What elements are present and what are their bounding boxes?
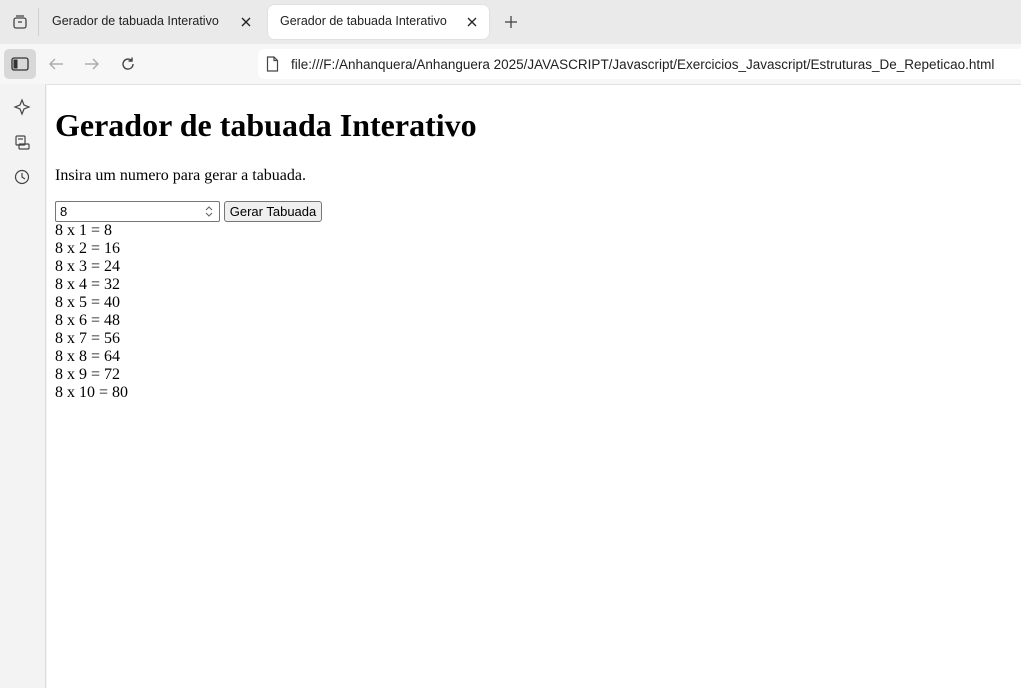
back-arrow-icon	[49, 58, 63, 70]
number-spinner[interactable]	[203, 204, 215, 219]
shopping-icon	[15, 135, 30, 150]
number-input[interactable]: 8	[55, 201, 220, 222]
reload-button[interactable]	[116, 52, 140, 76]
tab-actions-button[interactable]	[0, 0, 39, 44]
tab-title: Gerador de tabuada Interativo	[280, 14, 447, 28]
result-line: 8 x 6 = 48	[55, 312, 121, 329]
copilot-button[interactable]	[11, 96, 33, 118]
result-line: 8 x 8 = 64	[55, 348, 121, 365]
tab-title: Gerador de tabuada Interativo	[52, 14, 219, 28]
close-tab-button[interactable]	[463, 13, 481, 31]
result-line: 8 x 2 = 16	[55, 240, 121, 257]
history-button[interactable]	[11, 166, 33, 188]
number-input-value: 8	[60, 204, 68, 219]
tab-actions-icon	[12, 15, 27, 29]
sidebar-toggle-button[interactable]	[4, 49, 36, 79]
generate-button[interactable]: Gerar Tabuada	[224, 201, 322, 222]
new-tab-button[interactable]	[500, 11, 522, 33]
shopping-button[interactable]	[11, 132, 33, 154]
address-url: file:///F:/Anhanquera/Anhanguera 2025/JA…	[291, 57, 995, 72]
result-line: 8 x 5 = 40	[55, 294, 121, 311]
intro-text: Insira um numero para gerar a tabuada.	[55, 167, 306, 184]
page-heading: Gerador de tabuada Interativo	[55, 107, 477, 143]
result-line: 8 x 4 = 32	[55, 276, 121, 293]
close-icon	[467, 17, 477, 27]
forward-arrow-icon	[85, 58, 99, 70]
file-icon	[266, 56, 279, 77]
results-list: 8 x 1 = 8 8 x 2 = 16 8 x 3 = 24 8 x 4 = …	[55, 222, 128, 402]
reload-icon	[122, 57, 134, 70]
plus-icon	[505, 16, 517, 28]
copilot-icon	[13, 98, 31, 116]
toolbar: file:///F:/Anhanquera/Anhanguera 2025/JA…	[0, 44, 1021, 84]
tab-divider	[38, 8, 39, 36]
spinner-arrows-icon	[205, 206, 213, 217]
result-line: 8 x 1 = 8	[55, 222, 113, 239]
result-line: 8 x 9 = 72	[55, 366, 121, 383]
result-line: 8 x 3 = 24	[55, 258, 121, 275]
result-line: 8 x 10 = 80	[55, 384, 129, 401]
close-icon	[241, 17, 251, 27]
close-tab-button[interactable]	[237, 13, 255, 31]
tab-2-active[interactable]: Gerador de tabuada Interativo	[268, 5, 489, 39]
result-line: 8 x 7 = 56	[55, 330, 121, 347]
browser-sidebar	[0, 84, 46, 688]
history-icon	[14, 169, 30, 185]
sidebar-toggle-icon	[11, 57, 29, 71]
page-content: Gerador de tabuada Interativo Insira um …	[47, 84, 1021, 688]
back-button[interactable]	[44, 52, 68, 76]
tab-1[interactable]: Gerador de tabuada Interativo	[40, 5, 263, 39]
forward-button[interactable]	[80, 52, 104, 76]
address-bar[interactable]: file:///F:/Anhanquera/Anhanguera 2025/JA…	[258, 49, 1021, 79]
tab-strip: Gerador de tabuada Interativo Gerador de…	[0, 0, 1021, 44]
